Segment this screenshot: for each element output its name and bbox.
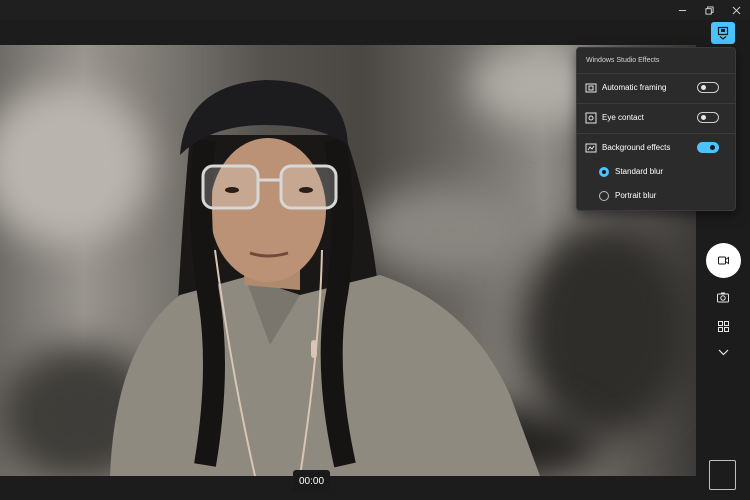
automatic-framing-row[interactable]: Automatic framing [577, 73, 735, 102]
restore-icon [704, 5, 714, 15]
minimize-button[interactable] [670, 2, 694, 18]
framing-icon [585, 83, 597, 93]
background-effects-icon [585, 143, 597, 153]
video-camera-icon [718, 256, 729, 265]
background-effects-label: Background effects [602, 143, 671, 152]
eye-contact-icon [585, 112, 597, 124]
last-capture-thumbnail[interactable] [709, 460, 736, 490]
studio-effects-icon [717, 26, 729, 40]
standard-blur-radio[interactable] [599, 167, 609, 177]
panel-title: Windows Studio Effects [586, 57, 660, 64]
more-modes-button[interactable] [716, 345, 730, 359]
background-effects-toggle[interactable] [697, 142, 719, 153]
chevron-down-icon [718, 349, 728, 355]
camera-icon [717, 292, 729, 302]
close-icon [732, 6, 740, 14]
close-button[interactable] [724, 2, 748, 18]
qr-code-icon [717, 320, 729, 332]
minimize-icon [678, 9, 686, 11]
eye-contact-row[interactable]: Eye contact [577, 103, 735, 132]
standard-blur-label: Standard blur [615, 167, 664, 176]
qr-mode-button[interactable] [716, 319, 730, 333]
studio-effects-button[interactable] [711, 22, 735, 44]
background-effects-row[interactable]: Background effects [577, 133, 735, 162]
eye-contact-toggle[interactable] [697, 112, 719, 123]
title-bar [0, 0, 750, 20]
studio-effects-panel: Windows Studio Effects Automatic framing… [576, 47, 736, 211]
restore-button[interactable] [697, 2, 721, 18]
portrait-blur-label: Portrait blur [615, 191, 657, 200]
eye-contact-label: Eye contact [602, 113, 644, 122]
automatic-framing-toggle[interactable] [697, 82, 719, 93]
record-video-button[interactable] [706, 243, 741, 278]
photo-mode-button[interactable] [716, 290, 730, 304]
portrait-blur-radio[interactable] [599, 191, 609, 201]
recording-timer: 00:00 [293, 470, 330, 492]
automatic-framing-label: Automatic framing [602, 83, 667, 92]
